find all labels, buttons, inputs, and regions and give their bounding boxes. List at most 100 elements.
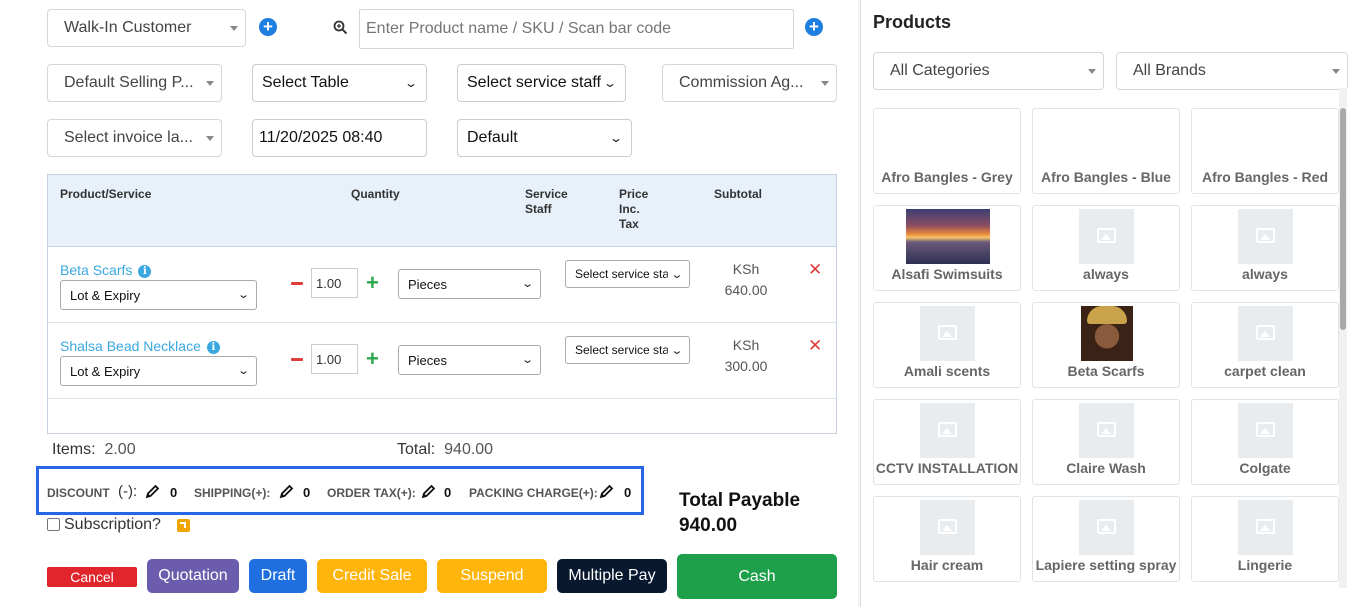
plus-icon[interactable]: +: [366, 272, 379, 294]
quotation-button[interactable]: Quotation: [147, 559, 239, 593]
product-card-name: Afro Bangles - Red: [1201, 169, 1328, 185]
product-name-link[interactable]: Shalsa Bead Necklace i: [60, 338, 220, 354]
product-card[interactable]: carpet clean: [1191, 302, 1339, 388]
info-icon[interactable]: i: [206, 341, 220, 354]
customer-select[interactable]: Walk-In Customer: [47, 9, 246, 47]
add-product-icon[interactable]: +: [805, 18, 823, 36]
product-card[interactable]: Afro Bangles - Grey: [873, 108, 1021, 194]
chevron-down-icon: ⌄: [236, 289, 250, 301]
selling-price-group-select[interactable]: Default Selling P...: [47, 64, 222, 102]
product-card[interactable]: Lapiere setting spray: [1032, 496, 1180, 582]
product-card-name: Lingerie: [1237, 557, 1293, 573]
draft-button[interactable]: Draft: [249, 559, 307, 593]
product-card[interactable]: Hair cream: [873, 496, 1021, 582]
product-card-name: Alsafi Swimsuits: [891, 266, 1003, 282]
table-select[interactable]: Select Table ⌄: [252, 64, 427, 102]
product-card[interactable]: Afro Bangles - Red: [1191, 108, 1339, 194]
image-placeholder-icon: [1079, 209, 1134, 264]
subtotal-value: 300.00: [724, 358, 768, 374]
cancel-button[interactable]: Cancel: [47, 567, 137, 587]
table-header: Product/Service Quantity Service Staff P…: [48, 175, 836, 247]
product-card-name: Beta Scarfs: [1067, 363, 1145, 379]
order-tax-value: 0: [444, 485, 452, 500]
product-card[interactable]: always: [1191, 205, 1339, 291]
edit-packing-charge-icon[interactable]: [599, 484, 614, 499]
unit-select[interactable]: Pieces ⌄: [398, 345, 541, 375]
chevron-down-icon: [206, 136, 214, 141]
shipping-label: SHIPPING(+):: [194, 486, 271, 500]
plus-icon[interactable]: +: [366, 348, 379, 370]
product-card[interactable]: Claire Wash: [1032, 399, 1180, 485]
lot-expiry-select[interactable]: Lot & Expiry ⌄: [60, 356, 257, 386]
lot-expiry-value: Lot & Expiry: [70, 363, 141, 379]
discount-value: 0: [170, 485, 178, 500]
chevron-down-icon: [230, 26, 238, 31]
items-count: Items: 2.00: [52, 441, 136, 459]
lot-expiry-select[interactable]: Lot & Expiry ⌄: [60, 280, 257, 310]
product-card-name: Afro Bangles - Blue: [1041, 169, 1171, 185]
subscription-checkbox[interactable]: [47, 518, 60, 531]
service-staff-select[interactable]: Select service staff ⌄: [457, 64, 626, 102]
header-service-staff: Service Staff: [525, 187, 568, 216]
scrollbar-thumb[interactable]: [1340, 108, 1346, 330]
cash-button[interactable]: Cash: [677, 554, 837, 599]
remove-row-icon[interactable]: ✕: [808, 336, 822, 356]
packing-charge-label: PACKING CHARGE(+):: [469, 486, 598, 500]
edit-shipping-icon[interactable]: [279, 484, 294, 499]
invoice-scheme-value: Default: [467, 129, 518, 146]
product-card[interactable]: CCTV INSTALLATION: [873, 399, 1021, 485]
minus-icon[interactable]: [291, 282, 303, 285]
product-card-name: Amali scents: [903, 363, 991, 379]
image-placeholder-icon: [1238, 306, 1293, 361]
header-subtotal: Subtotal: [714, 187, 762, 201]
commission-agent-select[interactable]: Commission Ag...: [662, 64, 837, 102]
quantity-input[interactable]: 1.00: [311, 344, 358, 374]
category-select[interactable]: All Categories: [873, 52, 1104, 90]
invoice-layout-value: Select invoice la...: [64, 129, 193, 146]
suspend-button[interactable]: Suspend: [437, 559, 547, 593]
product-search-input[interactable]: [359, 9, 794, 49]
product-name: Shalsa Bead Necklace: [60, 338, 201, 354]
product-card[interactable]: Beta Scarfs: [1032, 302, 1180, 388]
total-payable-label: Total Payable: [679, 490, 801, 511]
product-card[interactable]: Afro Bangles - Blue: [1032, 108, 1180, 194]
remove-row-icon[interactable]: ✕: [808, 260, 822, 280]
quantity-input[interactable]: 1.00: [311, 268, 358, 298]
product-card[interactable]: Colgate: [1191, 399, 1339, 485]
product-card[interactable]: Lingerie: [1191, 496, 1339, 582]
products-title: Products: [873, 12, 952, 32]
chevron-down-icon: [1088, 69, 1096, 74]
brand-value: All Brands: [1133, 62, 1206, 79]
credit-sale-button[interactable]: Credit Sale: [317, 559, 427, 593]
total-payable: Total Payable 940.00: [679, 488, 800, 538]
chevron-down-icon: ⌄: [520, 278, 534, 290]
invoice-scheme-select[interactable]: Default ⌄: [457, 119, 632, 157]
table-row: Shalsa Bead Necklace i Lot & Expiry ⌄ 1.00…: [48, 323, 836, 399]
selling-price-value: Default Selling P...: [64, 74, 194, 91]
product-name-link[interactable]: Beta Scarfs i: [60, 262, 152, 278]
minus-icon[interactable]: [291, 358, 303, 361]
total-payable-value: 940.00: [679, 515, 738, 536]
edit-order-tax-icon[interactable]: [421, 484, 436, 499]
info-icon[interactable]: i: [138, 265, 152, 278]
unit-select[interactable]: Pieces ⌄: [398, 269, 541, 299]
product-card[interactable]: always: [1032, 205, 1180, 291]
row-service-staff-select[interactable]: Select service sta ⌄: [565, 260, 690, 288]
pos-form-panel: Walk-In Customer + + Default Selling P..…: [0, 0, 858, 607]
brand-select[interactable]: All Brands: [1116, 52, 1348, 90]
invoice-layout-select[interactable]: Select invoice la...: [47, 119, 222, 157]
add-customer-icon[interactable]: +: [259, 18, 277, 36]
service-staff-value: Select service staff: [467, 74, 601, 91]
edit-discount-icon[interactable]: [145, 484, 160, 499]
chevron-down-icon: ⌄: [602, 76, 618, 90]
multiple-pay-button[interactable]: Multiple Pay: [557, 559, 667, 593]
product-card-name: Lapiere setting spray: [1035, 557, 1177, 573]
transaction-date-input[interactable]: 11/20/2025 08:40: [252, 119, 427, 157]
row-service-staff-select[interactable]: Select service sta ⌄: [565, 336, 690, 364]
currency: KSh: [732, 261, 760, 277]
product-card[interactable]: Alsafi Swimsuits: [873, 205, 1021, 291]
product-card-name: Hair cream: [910, 557, 984, 573]
product-card[interactable]: Amali scents: [873, 302, 1021, 388]
external-link-icon[interactable]: [177, 519, 190, 532]
image-placeholder-icon: [1238, 403, 1293, 458]
